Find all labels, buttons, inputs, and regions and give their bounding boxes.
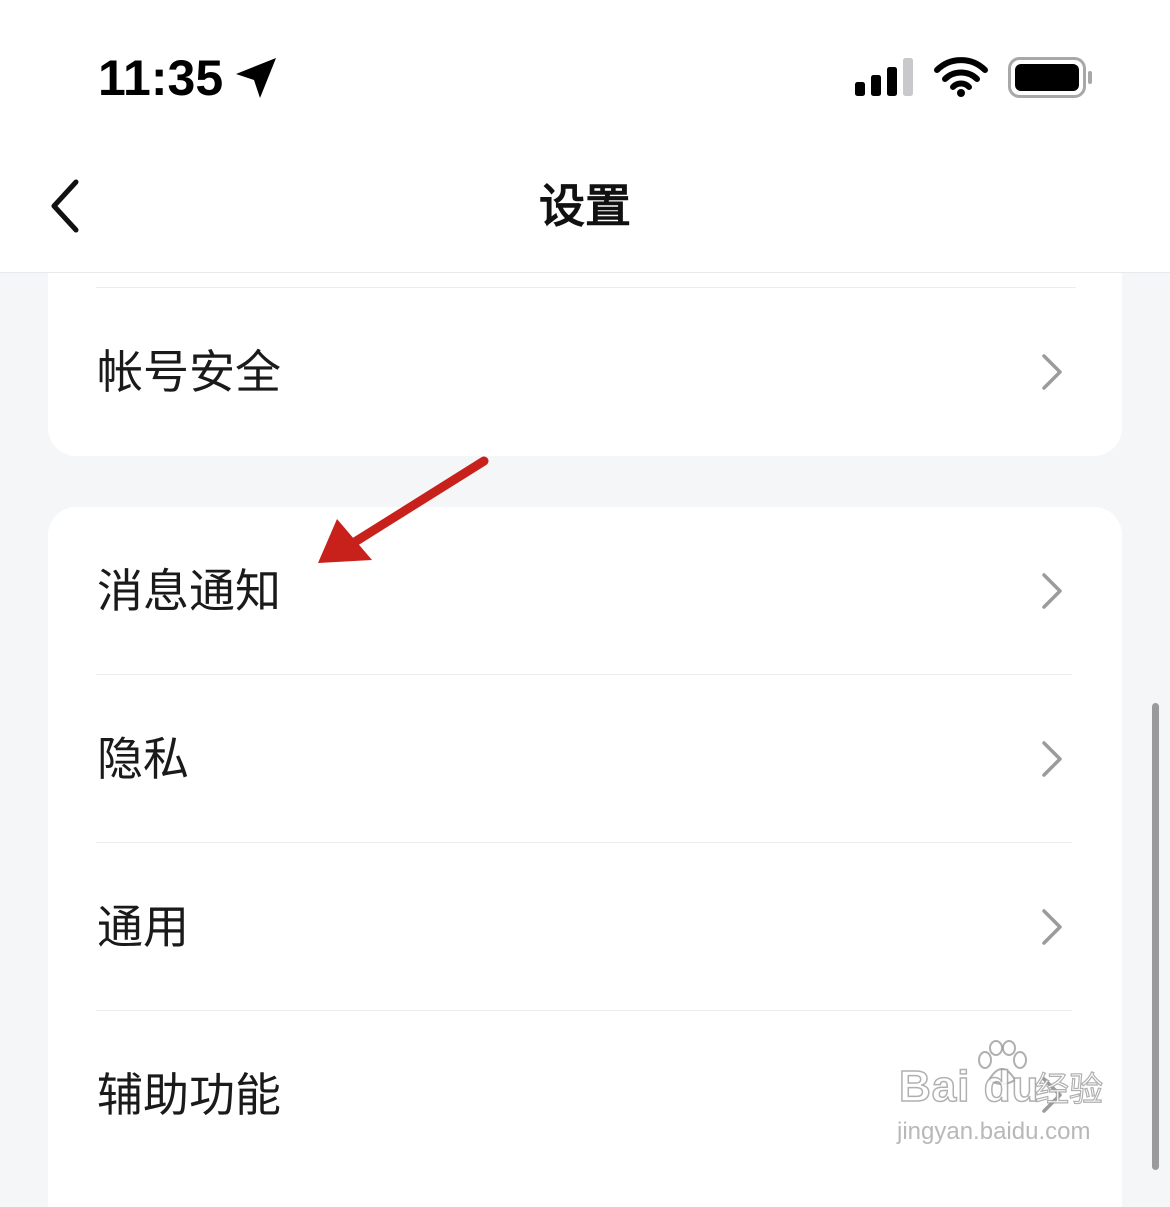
- battery-icon: [1008, 57, 1094, 103]
- settings-item-general[interactable]: 通用: [48, 843, 1122, 1011]
- chevron-right-icon: [1042, 741, 1062, 777]
- wifi-icon: [934, 56, 988, 102]
- status-time: 11:35: [98, 50, 224, 106]
- chevron-right-icon: [1042, 909, 1062, 945]
- settings-item-privacy[interactable]: 隐私: [48, 675, 1122, 843]
- chevron-right-icon: [1042, 573, 1062, 609]
- cellular-signal-icon: [855, 58, 915, 100]
- settings-item-accessibility[interactable]: 辅助功能: [48, 1011, 1122, 1179]
- status-bar: 11:35: [0, 0, 1170, 140]
- main-settings-card: 消息通知 隐私 通用 辅助功能: [48, 507, 1122, 1207]
- settings-item-account-security[interactable]: 帐号安全: [48, 288, 1122, 456]
- settings-item-label: 通用: [97, 900, 189, 954]
- settings-item-label: 帐号安全: [97, 345, 281, 399]
- scroll-indicator[interactable]: [1152, 703, 1159, 1170]
- settings-item-label: 隐私: [97, 732, 189, 786]
- chevron-right-icon: [1042, 1077, 1062, 1113]
- settings-item-label: 辅助功能: [97, 1068, 281, 1122]
- location-arrow-icon: [234, 56, 278, 104]
- nav-bar: 设置: [0, 140, 1170, 273]
- settings-item-label: 消息通知: [97, 564, 281, 618]
- page-title: 设置: [539, 179, 631, 233]
- chevron-right-icon: [1042, 354, 1062, 390]
- settings-item-notifications[interactable]: 消息通知: [48, 507, 1122, 675]
- account-section-card: 帐号安全: [48, 273, 1122, 456]
